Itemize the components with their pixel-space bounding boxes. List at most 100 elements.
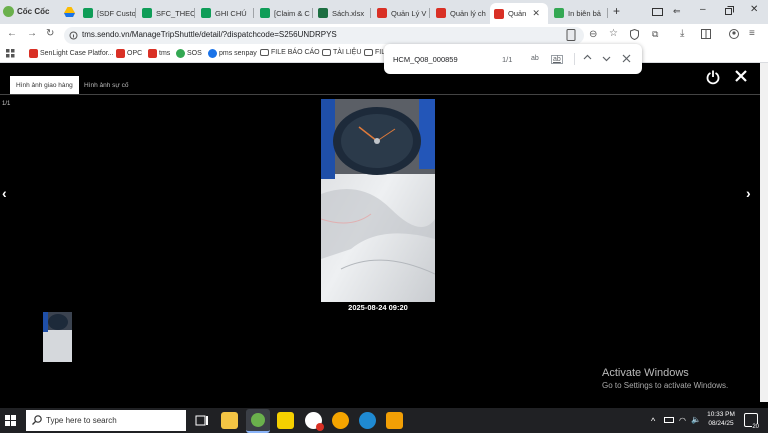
tab-favicon-icon xyxy=(201,8,211,18)
folder-icon xyxy=(260,49,269,56)
tab-delivery-images[interactable]: Hình ảnh giao hàng xyxy=(10,76,79,94)
windows-start-icon[interactable] xyxy=(5,415,16,426)
find-close-icon[interactable] xyxy=(622,54,631,63)
shield-icon[interactable] xyxy=(630,29,639,40)
bookmark-item[interactable]: TÀI LIỆU xyxy=(322,49,361,56)
close-viewer-icon[interactable] xyxy=(735,70,747,82)
close-tab-icon[interactable]: ✕ xyxy=(532,8,540,19)
back-history-icon[interactable]: ⇐ xyxy=(673,6,681,17)
bookmark-item[interactable]: FIL xyxy=(364,49,385,56)
extensions-icon[interactable]: ⧉ xyxy=(652,29,658,40)
browser-tab[interactable]: Quản Lý V xyxy=(373,4,430,22)
clock-date: 08/24/25 xyxy=(708,420,734,427)
folder-icon xyxy=(322,49,331,56)
file-explorer-icon[interactable] xyxy=(221,412,238,429)
tab-incident-images[interactable]: Hình ảnh sự cố xyxy=(78,76,134,94)
coccoc-icon xyxy=(3,6,14,17)
app-circle-icon[interactable] xyxy=(332,412,349,429)
activate-windows-subtitle: Go to Settings to activate Windows. xyxy=(602,381,729,390)
photo-thumbnail[interactable] xyxy=(43,312,72,362)
tab-search-icon[interactable] xyxy=(652,7,663,17)
reader-mode-icon[interactable] xyxy=(566,29,576,41)
download-icon[interactable]: ⤓ xyxy=(680,28,684,39)
restore-button[interactable] xyxy=(725,6,734,15)
find-next-icon[interactable] xyxy=(602,54,611,63)
tab-separator xyxy=(607,8,608,18)
bookmark-item[interactable]: SOS xyxy=(176,49,202,58)
brand-label: Cốc Cốc xyxy=(17,7,50,16)
taskbar-search[interactable]: Type here to search xyxy=(26,410,186,431)
zoom-icon[interactable]: ⊖ xyxy=(589,29,597,40)
tab-favicon-icon xyxy=(260,8,270,18)
bookmark-label: OPC xyxy=(127,50,143,57)
bookmark-item[interactable]: OPC xyxy=(116,49,142,58)
notification-center-icon[interactable]: 20 xyxy=(744,413,759,430)
clock[interactable]: 10:33 PM 08/24/25 xyxy=(706,411,736,427)
search-placeholder: Type here to search xyxy=(46,416,117,425)
sos-icon xyxy=(176,49,185,58)
sidebar-icon[interactable] xyxy=(701,29,711,39)
next-image-arrow[interactable]: › xyxy=(746,185,751,201)
drive-icon[interactable] xyxy=(64,7,75,17)
bookmark-label: TÀI LIỆU xyxy=(333,49,362,56)
close-window-button[interactable]: ✕ xyxy=(750,4,758,15)
prev-image-arrow[interactable]: ‹ xyxy=(2,185,7,201)
back-button[interactable]: ← xyxy=(7,28,17,39)
reload-button[interactable]: ↻ xyxy=(46,28,54,39)
browser-tab[interactable]: Quản lý ch xyxy=(432,4,489,22)
app-orange-icon[interactable] xyxy=(386,412,403,429)
delivery-photo[interactable] xyxy=(321,99,435,302)
volume-icon[interactable]: 🔈 xyxy=(691,415,701,424)
rotate-icon[interactable] xyxy=(706,70,720,85)
whole-word-button[interactable]: ab xyxy=(551,55,563,64)
bookmark-item[interactable]: pms senpay xyxy=(208,49,257,58)
scrollbar[interactable] xyxy=(760,63,768,402)
tab-separator xyxy=(370,8,371,18)
minimize-button[interactable]: – xyxy=(700,4,706,15)
browser-tab[interactable]: SFC_THEO xyxy=(138,4,195,22)
browser-tab[interactable]: In biên bả xyxy=(550,4,608,22)
profile-icon[interactable] xyxy=(729,29,739,39)
battery-icon[interactable] xyxy=(664,417,674,423)
sticky-notes-icon[interactable] xyxy=(277,412,294,429)
browser-tab[interactable]: [Claim & C xyxy=(256,4,313,22)
tab-favicon-icon xyxy=(318,8,328,18)
bookmark-label: FILE BÁO CÁO xyxy=(271,49,320,56)
bookmark-label: pms senpay xyxy=(219,50,257,57)
bookmark-star-icon[interactable]: ☆ xyxy=(609,28,618,39)
edge-icon[interactable] xyxy=(359,412,376,429)
browser-tab[interactable]: Sách.xlsx xyxy=(314,4,371,22)
browser-tab[interactable]: Quản ✕ xyxy=(490,3,548,24)
menu-icon[interactable]: ≡ xyxy=(749,28,755,39)
find-divider xyxy=(574,53,575,65)
browser-logo[interactable]: Cốc Cốc xyxy=(3,6,49,17)
task-view-icon[interactable] xyxy=(193,412,210,429)
bookmark-item[interactable]: SenLight Case Platfor... xyxy=(29,49,114,58)
tab-divider xyxy=(0,94,760,95)
bookmark-label: SOS xyxy=(187,50,202,57)
tab-label: Quản lý ch xyxy=(450,8,486,18)
find-prev-icon[interactable] xyxy=(583,53,592,62)
site-info-icon[interactable] xyxy=(69,31,78,40)
image-counter: 1/1 xyxy=(2,101,11,107)
tab-separator xyxy=(429,8,430,18)
new-tab-button[interactable]: + xyxy=(613,4,620,18)
find-input[interactable]: HCM_Q08_000859 xyxy=(393,55,458,64)
toolbar: ← → ↻ tms.sendo.vn/ManageTripShuttle/det… xyxy=(0,24,768,46)
forward-button[interactable]: → xyxy=(27,28,37,39)
apps-grid-icon[interactable] xyxy=(6,49,15,58)
sendo-icon xyxy=(116,49,125,58)
network-icon[interactable]: ◠ xyxy=(679,416,686,425)
coccoc-taskbar-icon[interactable] xyxy=(246,409,270,433)
browser-tab[interactable]: [SDF Custo xyxy=(79,4,136,22)
tray-chevron-icon[interactable]: ^ xyxy=(651,416,655,426)
chrome-icon[interactable] xyxy=(305,412,324,431)
bookmark-item[interactable]: tms xyxy=(148,49,170,58)
browser-tab[interactable]: GHI CHÚ xyxy=(197,4,254,22)
url-text[interactable]: tms.sendo.vn/ManageTripShuttle/detail/?d… xyxy=(82,30,337,39)
address-bar[interactable]: tms.sendo.vn/ManageTripShuttle/detail/?d… xyxy=(64,27,584,44)
bookmark-item[interactable]: FILE BÁO CÁO xyxy=(260,49,320,56)
match-case-button[interactable]: ab xyxy=(531,55,539,62)
tab-separator xyxy=(253,8,254,18)
tab-label: [SDF Custo xyxy=(97,8,136,18)
